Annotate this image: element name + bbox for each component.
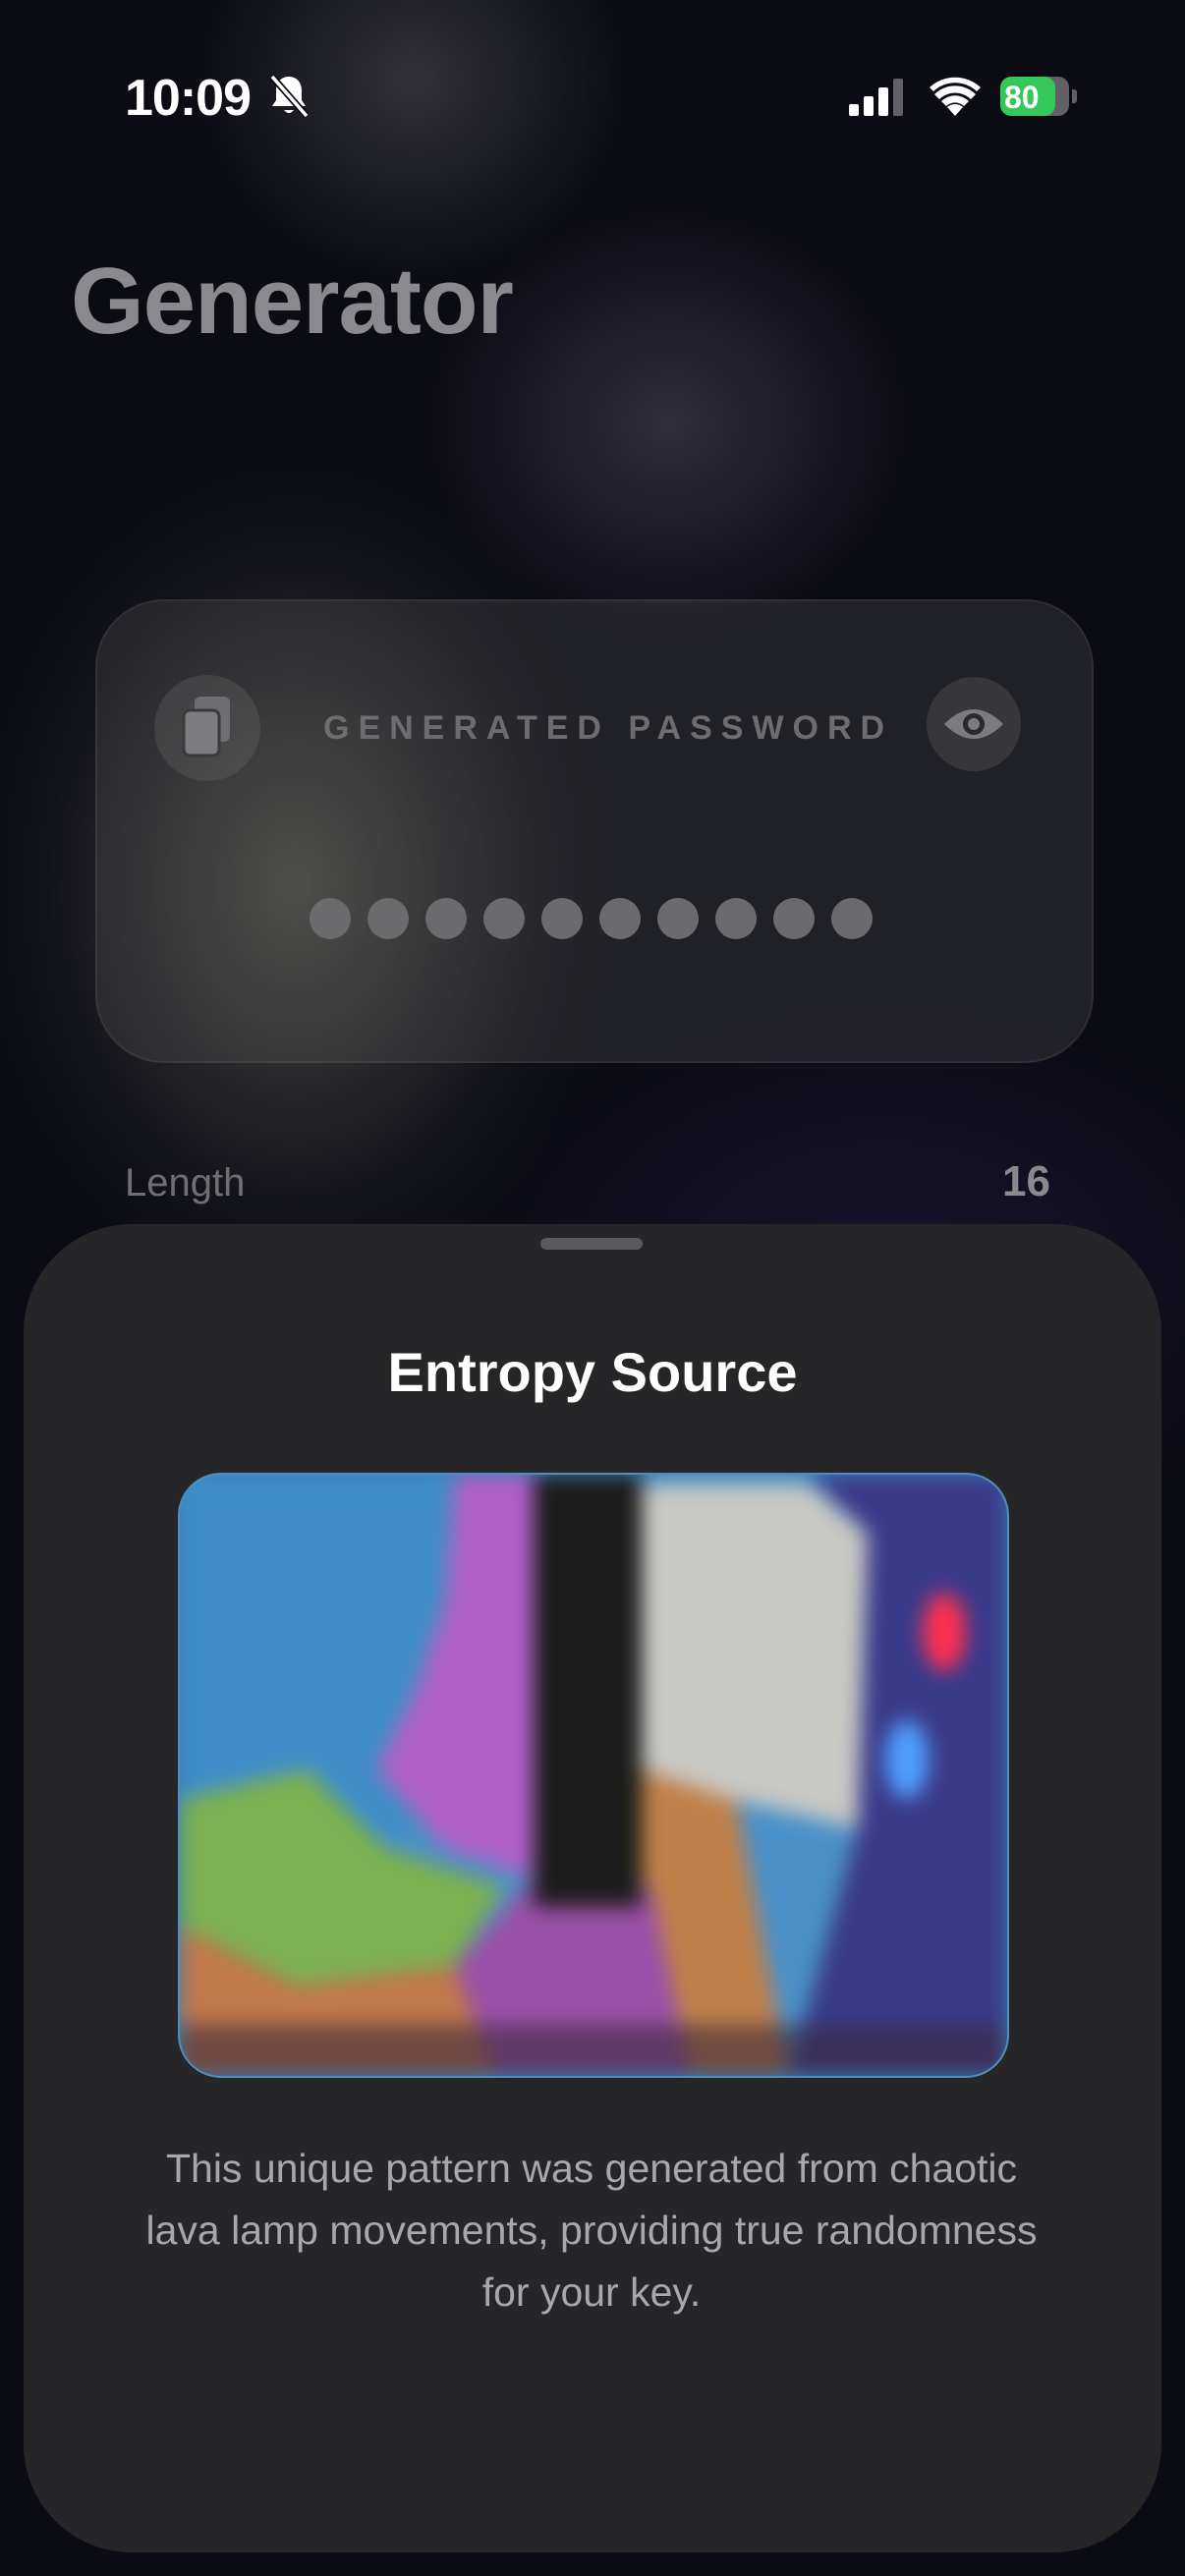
entropy-sheet: Entropy Source This unique pattern was g… (24, 1224, 1161, 2552)
password-dot (483, 898, 525, 939)
status-time: 10:09 (125, 70, 252, 127)
sheet-description: This unique pattern was generated from c… (145, 2146, 1038, 2315)
length-label: Length (125, 1161, 246, 1204)
cellular-signal-icon (849, 79, 903, 116)
bell-slash-icon (269, 74, 310, 119)
battery-percent: 80 (1004, 80, 1040, 115)
password-dot (599, 898, 641, 939)
password-dot (310, 898, 351, 939)
copy-button[interactable] (154, 675, 260, 781)
masked-password (310, 898, 873, 939)
sheet-grabber[interactable] (540, 1238, 643, 1250)
password-dot (425, 898, 467, 939)
page-title: Generator (71, 249, 514, 354)
password-dot (773, 898, 815, 939)
wifi-icon (930, 77, 981, 116)
copy-icon (182, 697, 230, 757)
entropy-image (178, 1473, 1009, 2078)
password-dot (541, 898, 583, 939)
password-dot (657, 898, 699, 939)
password-dot (831, 898, 873, 939)
password-dot (367, 898, 409, 939)
sheet-title: Entropy Source (387, 1341, 798, 1403)
battery-charging-icon: 80 (1000, 77, 1079, 116)
password-dot (715, 898, 757, 939)
length-value: 16 (1002, 1157, 1050, 1205)
reveal-password-button[interactable] (927, 677, 1021, 771)
generated-password-label: GENERATED PASSWORD (323, 709, 894, 747)
password-card: GENERATED PASSWORD (95, 599, 1094, 1063)
eye-icon (944, 709, 1003, 739)
